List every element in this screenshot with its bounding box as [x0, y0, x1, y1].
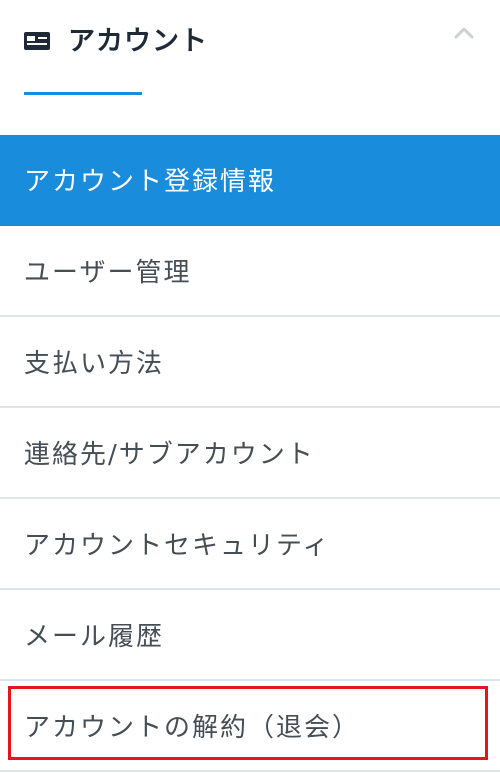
menu-item-label: 連絡先/サブアカウント: [24, 440, 315, 470]
menu-item-account-security[interactable]: アカウントセキュリティ: [0, 499, 500, 590]
menu-item-label: アカウントの解約（退会）: [24, 713, 361, 743]
menu-item-email-history[interactable]: メール履歴: [0, 590, 500, 681]
account-menu-panel: アカウント アカウント登録情報 ユーザー管理 支払い方法 連絡先/サブアカウント…: [0, 0, 500, 773]
chevron-up-icon[interactable]: [448, 20, 480, 48]
section-title: アカウント: [68, 26, 208, 57]
id-card-icon: [24, 32, 50, 50]
menu-item-label: メール履歴: [24, 622, 165, 652]
section-title-underline: [24, 92, 142, 95]
menu-item-label: アカウント登録情報: [24, 167, 277, 197]
menu-item-payment-method[interactable]: 支払い方法: [0, 317, 500, 408]
menu-item-user-management[interactable]: ユーザー管理: [0, 226, 500, 317]
menu-item-label: アカウントセキュリティ: [24, 531, 331, 561]
account-menu-list: アカウント登録情報 ユーザー管理 支払い方法 連絡先/サブアカウント アカウント…: [0, 135, 500, 772]
menu-item-account-cancellation[interactable]: アカウントの解約（退会）: [0, 681, 500, 772]
menu-item-label: 支払い方法: [24, 349, 165, 379]
menu-item-account-registration-info[interactable]: アカウント登録情報: [0, 135, 500, 226]
menu-item-contacts-subaccounts[interactable]: 連絡先/サブアカウント: [0, 408, 500, 499]
account-section-header[interactable]: アカウント: [0, 0, 500, 128]
menu-item-label: ユーザー管理: [24, 258, 192, 288]
